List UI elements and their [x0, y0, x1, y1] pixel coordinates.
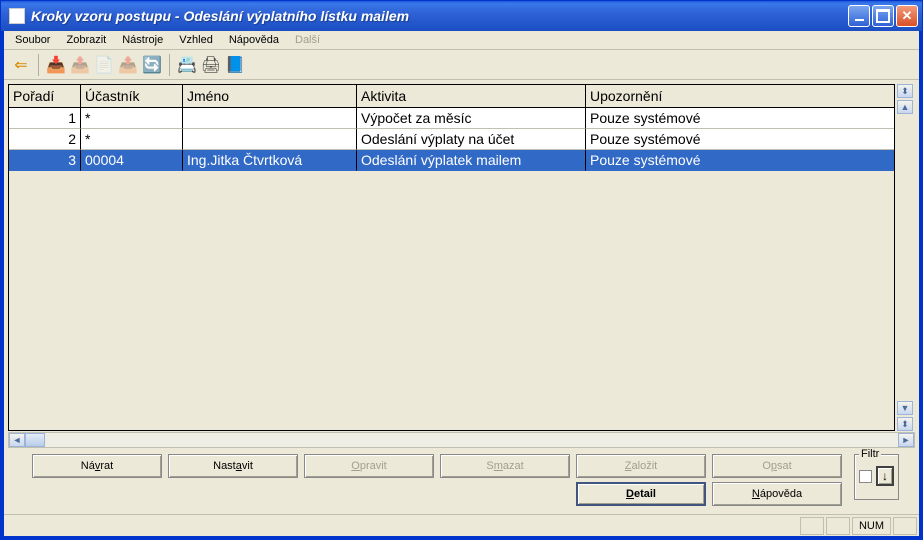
grid-wrap: Pořadí Účastník Jméno Aktivita Upozorněn… [8, 84, 915, 431]
cell-aktivita: Výpočet za měsíc [357, 108, 586, 129]
titlebar: Kroky vzoru postupu - Odeslání výplatníh… [1, 1, 922, 31]
status-num: NUM [852, 517, 891, 535]
menubar: Soubor Zobrazit Nástroje Vzhled Nápověda… [4, 31, 919, 50]
col-ucastnik[interactable]: Účastník [81, 85, 183, 107]
cell-ucastnik: * [81, 129, 183, 150]
cell-aktivita: Odeslání výplatek mailem [357, 150, 586, 171]
window-title: Kroky vzoru postupu - Odeslání výplatníh… [31, 8, 848, 24]
zalozit-button[interactable]: Založit [576, 454, 706, 478]
back-arrow-icon[interactable]: ⇐ [10, 54, 32, 76]
cell-aktivita: Odeslání výplaty na účet [357, 129, 586, 150]
menu-vzhled[interactable]: Vzhled [172, 33, 220, 47]
cell-upozorneni: Pouze systémové [586, 150, 894, 171]
col-upozorneni[interactable]: Upozornění [586, 85, 894, 107]
scroll-bottom-icon[interactable]: ⬍ [897, 417, 913, 431]
scroll-up-icon[interactable]: ▲ [897, 100, 913, 114]
window-buttons: ✕ [848, 5, 918, 27]
content: Pořadí Účastník Jméno Aktivita Upozorněn… [4, 80, 919, 514]
detail-button[interactable]: Detail [576, 482, 706, 506]
col-poradi[interactable]: Pořadí [9, 85, 81, 107]
vscroll-buttons: ⬍ ▲ ▼ ⬍ [897, 84, 915, 431]
menu-dalsi: Další [288, 33, 327, 47]
hscroll-track[interactable] [45, 433, 898, 447]
filter-label: Filtr [859, 448, 881, 460]
navrat-button[interactable]: Návrat [32, 454, 162, 478]
menu-soubor[interactable]: Soubor [8, 33, 57, 47]
menu-nastroje[interactable]: Nástroje [115, 33, 170, 47]
doc-out-icon: 📤 [69, 54, 91, 76]
cell-ucastnik: * [81, 108, 183, 129]
menu-napoveda[interactable]: Nápověda [222, 33, 286, 47]
toolbar-separator [169, 54, 170, 76]
table-row[interactable]: 300004Ing.Jitka ČtvrtkováOdeslání výplat… [9, 150, 894, 171]
book-icon[interactable]: 📘 [224, 54, 246, 76]
nastavit-button[interactable]: Nastavit [168, 454, 298, 478]
toolbar: ⇐📥📤📄📤🔄📇🖨📘 [4, 50, 919, 80]
grid-body: 1* Výpočet za měsícPouze systémové 2* Odesl… [9, 108, 894, 430]
minimize-button[interactable] [848, 5, 870, 27]
table-row[interactable]: 1* Výpočet za měsícPouze systémové [9, 108, 894, 129]
napoveda-button[interactable]: Nápověda [712, 482, 842, 506]
cell-ucastnik: 00004 [81, 150, 183, 171]
cell-upozorneni: Pouze systémové [586, 129, 894, 150]
cell-upozorneni: Pouze systémové [586, 108, 894, 129]
button-row: Návrat Nastavit Opravit Smazat Založit O… [8, 448, 915, 510]
opsat-button[interactable]: Opsat [712, 454, 842, 478]
smazat-button[interactable]: Smazat [440, 454, 570, 478]
cell-poradi: 2 [9, 129, 81, 150]
col-jmeno[interactable]: Jméno [183, 85, 357, 107]
scroll-top-icon[interactable]: ⬍ [897, 84, 913, 98]
page-icon: 📄 [93, 54, 115, 76]
close-button[interactable]: ✕ [896, 5, 918, 27]
cell-jmeno: Ing.Jitka Čtvrtková [183, 150, 357, 171]
app-icon [9, 8, 25, 24]
status-cell-2 [826, 517, 850, 535]
cell-jmeno [183, 129, 357, 150]
hscrollbar[interactable]: ◄ ► [8, 432, 915, 448]
table-row[interactable]: 2* Odeslání výplaty na účetPouze systémov… [9, 129, 894, 150]
col-aktivita[interactable]: Aktivita [357, 85, 586, 107]
cell-poradi: 1 [9, 108, 81, 129]
status-cell-4 [893, 517, 917, 535]
cell-jmeno [183, 108, 357, 129]
print-icon[interactable]: 🖨 [200, 54, 222, 76]
filter-checkbox[interactable] [859, 470, 872, 483]
refresh-icon[interactable]: 🔄 [141, 54, 163, 76]
opravit-button[interactable]: Opravit [304, 454, 434, 478]
button-grid: Návrat Nastavit Opravit Smazat Založit O… [32, 454, 842, 506]
grid-header: Pořadí Účastník Jméno Aktivita Upozorněn… [9, 85, 894, 108]
statusbar: NUM [4, 514, 919, 536]
hscroll-thumb[interactable] [25, 433, 45, 447]
scroll-left-icon[interactable]: ◄ [9, 433, 25, 447]
status-cell-1 [800, 517, 824, 535]
doc-in-icon[interactable]: 📥 [45, 54, 67, 76]
cell-poradi: 3 [9, 150, 81, 171]
app-window: Kroky vzoru postupu - Odeslání výplatníh… [0, 0, 923, 540]
scroll-right-icon[interactable]: ► [898, 433, 914, 447]
maximize-button[interactable] [872, 5, 894, 27]
grid: Pořadí Účastník Jméno Aktivita Upozorněn… [8, 84, 895, 431]
filter-dropdown-button[interactable]: ↓ [876, 466, 894, 486]
filter-box: Filtr ↓ [854, 454, 899, 500]
calc-icon[interactable]: 📇 [176, 54, 198, 76]
page-out-icon: 📤 [117, 54, 139, 76]
scroll-down-icon[interactable]: ▼ [897, 401, 913, 415]
toolbar-separator [38, 54, 39, 76]
client-area: Soubor Zobrazit Nástroje Vzhled Nápověda… [4, 31, 919, 536]
menu-zobrazit[interactable]: Zobrazit [59, 33, 113, 47]
